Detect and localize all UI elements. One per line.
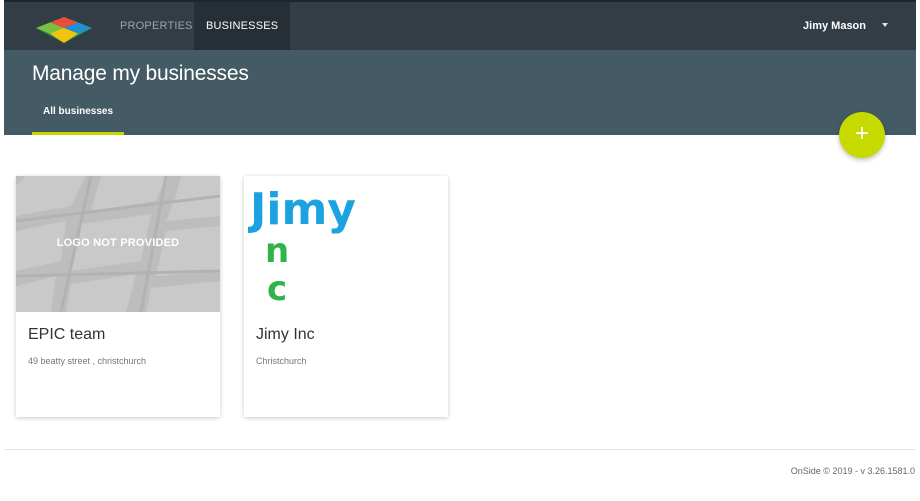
logo-placeholder: LOGO NOT PROVIDED (16, 176, 220, 312)
business-address: Christchurch (256, 356, 307, 366)
caret-down-icon (882, 23, 888, 27)
add-business-button[interactable]: + (839, 112, 885, 158)
user-menu[interactable]: Jimy Mason (803, 2, 888, 50)
logo-line-3: c (267, 269, 287, 309)
top-navbar: PROPERTIES BUSINESSES Jimy Mason (4, 0, 916, 50)
footer-version: OnSide © 2019 - v 3.26.1581.0 (790, 466, 915, 476)
user-name: Jimy Mason (803, 20, 866, 32)
nav-properties[interactable]: PROPERTIES (108, 2, 205, 50)
page-header: Manage my businesses All businesses (4, 50, 916, 135)
nav-businesses[interactable]: BUSINESSES (194, 2, 291, 50)
business-card-epic-team[interactable]: LOGO NOT PROVIDED EPIC team 49 beatty st… (16, 176, 220, 417)
business-name: Jimy Inc (256, 326, 315, 343)
business-address: 49 beatty street , christchurch (28, 356, 147, 366)
business-logo: Jimy n c (244, 176, 448, 312)
tab-label: All businesses (42, 106, 114, 117)
onside-logo[interactable] (34, 15, 94, 45)
footer-divider (4, 449, 916, 450)
jimy-inc-logo: Jimy n c (248, 184, 356, 309)
logo-line-1: Jimy (248, 184, 356, 235)
active-tab-indicator (32, 132, 124, 135)
business-name: EPIC team (28, 326, 106, 343)
tab-all-businesses[interactable]: All businesses (32, 96, 124, 135)
logo-line-2: n (265, 231, 289, 271)
page-title: Manage my businesses (32, 62, 249, 85)
logo-not-provided-text: LOGO NOT PROVIDED (56, 237, 180, 249)
plus-icon: + (854, 120, 869, 147)
business-card-jimy-inc[interactable]: Jimy n c Jimy Inc Christchurch (244, 176, 448, 417)
